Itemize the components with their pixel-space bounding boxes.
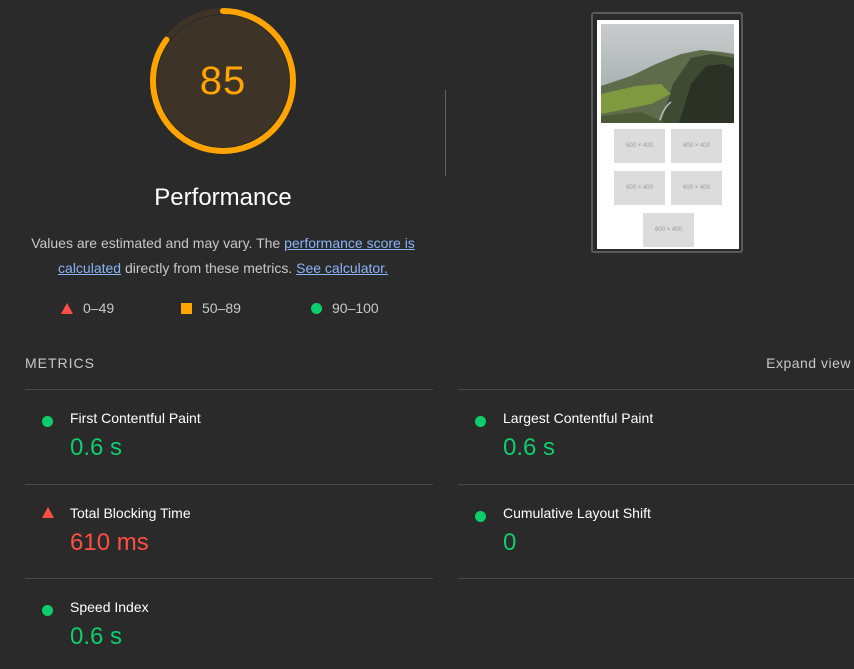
performance-score-gauge: 85 xyxy=(150,8,296,154)
green-circle-icon xyxy=(42,416,53,427)
metric-name: Total Blocking Time xyxy=(70,505,191,521)
metric-name: Speed Index xyxy=(70,599,149,615)
vertical-divider xyxy=(445,90,446,176)
description-prefix: Values are estimated and may vary. The xyxy=(31,235,285,251)
metric-divider xyxy=(458,578,854,579)
score-description: Values are estimated and may vary. The p… xyxy=(18,231,428,281)
metric-speed-index: Speed Index 0.6 s xyxy=(25,579,425,669)
image-placeholder: 600 × 400 xyxy=(614,171,665,205)
legend-item-pass: 90–100 xyxy=(311,300,379,316)
metric-largest-contentful-paint: Largest Contentful Paint 0.6 s xyxy=(458,390,854,480)
category-title: Performance xyxy=(154,184,292,211)
description-middle: directly from these metrics. xyxy=(121,260,297,276)
see-calculator-link[interactable]: See calculator. xyxy=(296,260,388,276)
red-triangle-icon xyxy=(42,507,54,518)
legend-label: 90–100 xyxy=(332,300,379,316)
metric-value: 0.6 s xyxy=(503,434,556,461)
green-circle-icon xyxy=(42,605,53,616)
red-triangle-icon xyxy=(61,302,73,314)
metric-value: 610 ms xyxy=(70,529,149,556)
image-placeholder: 600 × 400 xyxy=(643,213,694,247)
metric-cumulative-layout-shift: Cumulative Layout Shift 0 xyxy=(458,485,854,575)
legend-item-fail: 0–49 xyxy=(61,300,114,316)
metric-name: Largest Contentful Paint xyxy=(503,410,654,426)
green-circle-icon xyxy=(475,511,486,522)
score-legend: 0–49 50–89 90–100 xyxy=(0,300,446,320)
screenshot-page: 600 × 400 600 × 400 600 × 400 600 × 400 … xyxy=(597,20,739,249)
legend-label: 50–89 xyxy=(202,300,241,316)
metric-value: 0 xyxy=(503,529,517,556)
metric-value: 0.6 s xyxy=(70,434,123,461)
expand-view-toggle[interactable]: Expand view xyxy=(766,355,851,371)
metric-first-contentful-paint: First Contentful Paint 0.6 s xyxy=(25,390,425,480)
legend-item-average: 50–89 xyxy=(181,300,241,316)
score-value: 85 xyxy=(199,58,247,103)
final-screenshot-thumbnail[interactable]: 600 × 400 600 × 400 600 × 400 600 × 400 … xyxy=(591,12,743,253)
image-placeholder: 600 × 400 xyxy=(671,171,722,205)
legend-label: 0–49 xyxy=(83,300,115,316)
green-circle-icon xyxy=(475,416,486,427)
metric-value: 0.6 s xyxy=(70,623,123,650)
metrics-heading: METRICS xyxy=(25,355,95,371)
metric-name: Cumulative Layout Shift xyxy=(503,505,651,521)
metric-total-blocking-time: Total Blocking Time 610 ms xyxy=(25,485,425,575)
hero-landscape-image xyxy=(601,24,734,123)
image-placeholder: 600 × 400 xyxy=(614,129,665,163)
green-circle-icon xyxy=(311,302,322,314)
metric-name: First Contentful Paint xyxy=(70,410,201,426)
orange-square-icon xyxy=(181,302,192,314)
image-placeholder: 600 × 400 xyxy=(671,129,722,163)
